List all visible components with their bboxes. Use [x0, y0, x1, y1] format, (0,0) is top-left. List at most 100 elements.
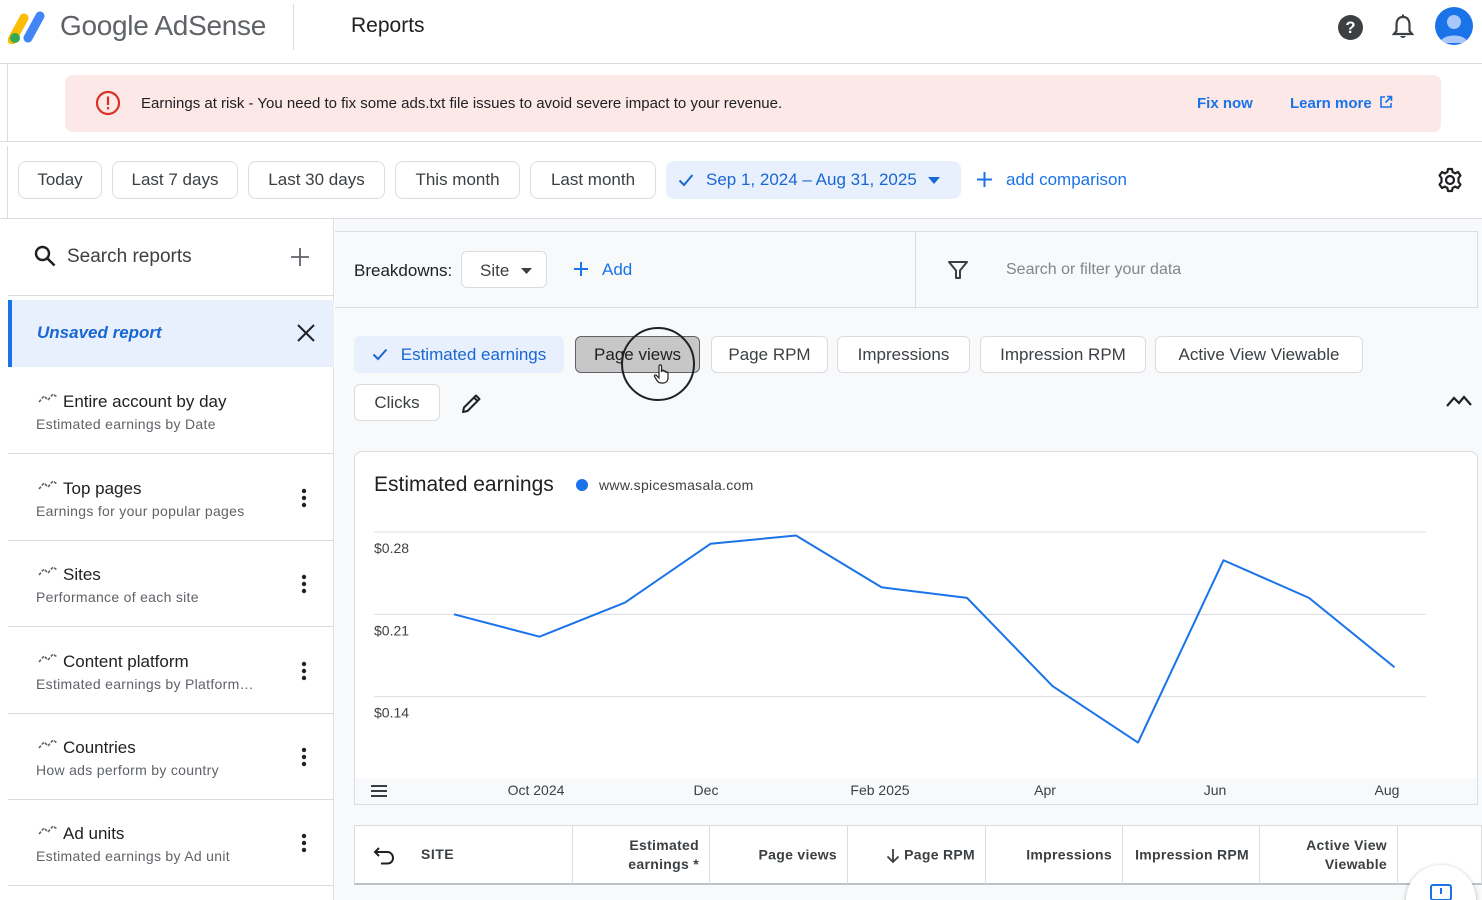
date-chip-this-month[interactable]: This month	[395, 161, 520, 199]
notifications-bell-icon[interactable]	[1392, 14, 1414, 40]
data-point[interactable]	[1307, 596, 1311, 600]
report-item-ad-units[interactable]: Ad units Estimated earnings by Ad unit	[8, 800, 334, 886]
x-axis-tick-label: Aug	[1374, 782, 1400, 798]
data-point[interactable]	[880, 585, 884, 589]
metric-chip-label: Estimated earnings	[400, 344, 547, 364]
x-axis-tick-label: Jun	[1203, 782, 1227, 798]
report-title: Sites	[63, 565, 101, 584]
x-axis-tick-label: Apr	[1034, 782, 1056, 798]
check-icon	[678, 174, 694, 187]
column-header-page-views[interactable]: Page views	[710, 826, 848, 884]
data-point[interactable]	[965, 596, 969, 600]
more-vert-icon[interactable]	[301, 574, 307, 594]
sparkline-icon	[38, 392, 58, 403]
filter-search-input[interactable]: Search or filter your data	[1006, 261, 1181, 279]
plus-icon	[977, 172, 992, 187]
report-item-content-platform[interactable]: Content platform Estimated earnings by P…	[8, 628, 334, 714]
column-header-estimated-earnings[interactable]: Estimated earnings *	[573, 826, 710, 884]
report-item-top-pages[interactable]: Top pages Earnings for your popular page…	[8, 455, 334, 541]
more-vert-icon[interactable]	[301, 747, 307, 767]
data-point[interactable]	[538, 635, 542, 639]
fix-now-link[interactable]: Fix now	[1197, 95, 1253, 112]
column-header-active-view-viewable[interactable]: Active View Viewable	[1260, 826, 1398, 884]
x-axis-tick-label: Feb 2025	[850, 782, 910, 798]
search-reports-row[interactable]: Search reports	[8, 219, 334, 296]
column-header-site[interactable]: SITE	[355, 826, 573, 884]
filter-divider	[915, 232, 916, 309]
arrow-down-sort-icon	[886, 849, 900, 864]
data-point[interactable]	[794, 534, 798, 538]
unsaved-report-item[interactable]: Unsaved report	[8, 300, 334, 367]
y-axis-tick-label: $0.14	[374, 705, 409, 721]
feedback-icon	[1430, 884, 1452, 900]
new-report-plus-icon[interactable]	[290, 247, 310, 267]
account-avatar[interactable]	[1435, 7, 1473, 45]
data-point[interactable]	[623, 601, 627, 605]
settings-gear-icon[interactable]	[1437, 167, 1463, 193]
data-point[interactable]	[1222, 558, 1226, 562]
metric-chip-clicks[interactable]: Clicks	[354, 384, 440, 421]
y-axis-tick-label: $0.28	[374, 540, 409, 556]
metric-chip-impression-rpm[interactable]: Impression RPM	[980, 336, 1146, 373]
series-line[interactable]	[453, 534, 1396, 744]
column-header-page-rpm[interactable]: Page RPM	[848, 826, 986, 884]
learn-more-link[interactable]: Learn more	[1290, 95, 1372, 112]
plus-icon	[574, 262, 588, 276]
data-point[interactable]	[709, 542, 713, 546]
chart-trend-icon[interactable]	[1446, 394, 1472, 410]
search-icon	[34, 245, 56, 267]
data-point[interactable]	[1051, 684, 1055, 688]
date-chip-last-30-days[interactable]: Last 30 days	[248, 161, 385, 199]
date-range-picker[interactable]: Sep 1, 2024 – Aug 31, 2025	[666, 161, 961, 199]
column-header-label: SITE	[421, 846, 455, 862]
add-breakdown-label: Add	[602, 260, 633, 279]
metric-chip-active-view-viewable[interactable]: Active View Viewable	[1155, 336, 1363, 373]
column-header-label: Page RPM	[904, 846, 975, 863]
report-item-sites[interactable]: Sites Performance of each site	[8, 541, 334, 627]
report-subtitle: Earnings for your popular pages	[36, 503, 245, 519]
report-subtitle: Performance of each site	[36, 589, 199, 605]
report-item-entire-account-by-day[interactable]: Entire account by day Estimated earnings…	[8, 368, 334, 454]
metric-chip-page-rpm[interactable]: Page RPM	[711, 336, 828, 373]
y-axis-tick-label: $0.21	[374, 622, 409, 638]
hamburger-menu-icon[interactable]	[371, 785, 387, 797]
report-subtitle: Estimated earnings by Date	[36, 416, 216, 432]
alert-message: Earnings at risk - You need to fix some …	[141, 95, 783, 112]
hand-pointer-cursor-icon	[653, 364, 669, 384]
date-range-label: Sep 1, 2024 – Aug 31, 2025	[706, 170, 917, 189]
check-icon	[372, 348, 387, 361]
column-header-impression-rpm[interactable]: Impression RPM	[1123, 826, 1260, 884]
report-subtitle: Estimated earnings by Platform…	[36, 676, 254, 692]
report-title: Ad units	[63, 824, 125, 843]
sparkline-icon	[38, 824, 58, 835]
date-chip-last-month[interactable]: Last month	[530, 161, 656, 199]
date-chip-last-7-days[interactable]: Last 7 days	[112, 161, 238, 199]
report-title: Top pages	[63, 479, 142, 498]
more-vert-icon[interactable]	[301, 661, 307, 681]
more-vert-icon[interactable]	[301, 488, 307, 508]
date-chip-today[interactable]: Today	[18, 161, 102, 199]
x-axis-tick-label: Dec	[693, 782, 719, 798]
metric-chip-impressions[interactable]: Impressions	[837, 336, 970, 373]
breakdown-site-select[interactable]: Site	[461, 251, 547, 288]
close-icon[interactable]	[297, 324, 315, 342]
ads-txt-alert-banner: Earnings at risk - You need to fix some …	[65, 75, 1441, 132]
sparkline-icon	[38, 479, 58, 490]
breakdowns-label: Breakdowns:	[354, 261, 453, 280]
edit-pencil-icon[interactable]	[460, 391, 484, 415]
user-silhouette-icon	[1440, 15, 1468, 43]
adsense-logo-icon	[8, 11, 45, 44]
data-point[interactable]	[452, 612, 456, 616]
help-icon[interactable]: ?	[1338, 15, 1363, 40]
metric-chip-estimated-earnings[interactable]: Estimated earnings	[354, 336, 564, 373]
undo-arrow-icon[interactable]	[373, 845, 395, 865]
column-header-impressions[interactable]: Impressions	[986, 826, 1123, 884]
report-item-countries[interactable]: Countries How ads perform by country	[8, 714, 334, 800]
report-main-panel: Breakdowns: Site Add Search or filter yo…	[335, 219, 1482, 900]
brand-name: Google AdSense	[60, 10, 266, 41]
column-header-label: Impression RPM	[1135, 846, 1249, 863]
data-point[interactable]	[1136, 741, 1140, 745]
error-icon	[95, 90, 121, 116]
more-vert-icon[interactable]	[301, 833, 307, 853]
data-point[interactable]	[1393, 665, 1397, 669]
